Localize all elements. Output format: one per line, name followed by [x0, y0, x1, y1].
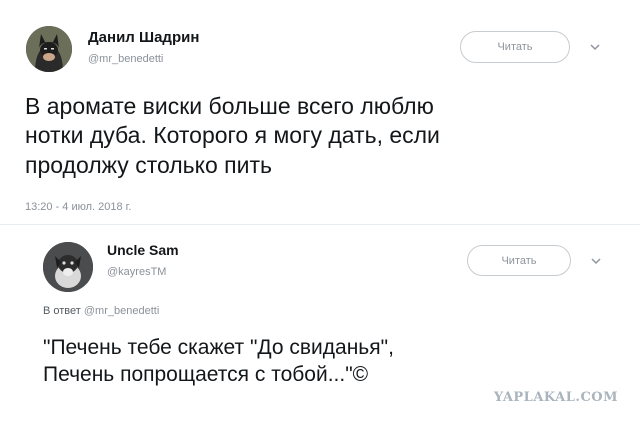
chevron-down-icon[interactable] — [588, 42, 602, 52]
dog-avatar-icon — [43, 242, 93, 292]
reply-mention-link[interactable]: @mr_benedetti — [84, 305, 159, 317]
user-handle[interactable]: @mr_benedetti — [88, 53, 163, 65]
avatar[interactable] — [43, 242, 93, 292]
avatar[interactable] — [26, 26, 72, 72]
chevron-down-icon[interactable] — [589, 256, 603, 266]
display-name[interactable]: Uncle Sam — [107, 242, 179, 258]
batman-avatar-icon — [26, 26, 72, 72]
follow-button[interactable]: Читать — [467, 245, 571, 276]
user-handle[interactable]: @kayresTM — [107, 266, 166, 278]
tweet-main: Данил Шадрин @mr_benedetti Читать В аром… — [0, 0, 640, 222]
watermark: YAPLAKAL.COM — [493, 390, 618, 405]
tweet-text: В аромате виски больше всего люблю нотки… — [25, 93, 440, 178]
tweet-timestamp[interactable]: 13:20 - 4 июл. 2018 г. — [25, 201, 131, 213]
reply-to: В ответ @mr_benedetti — [43, 305, 159, 317]
tweet-reply: Uncle Sam @kayresTM Читать В ответ @mr_b… — [0, 225, 640, 395]
reply-prefix: В ответ — [43, 305, 81, 317]
follow-button[interactable]: Читать — [460, 31, 570, 63]
display-name[interactable]: Данил Шадрин — [88, 29, 199, 46]
tweet-text: "Печень тебе скажет "До свиданья", Печен… — [43, 336, 394, 386]
